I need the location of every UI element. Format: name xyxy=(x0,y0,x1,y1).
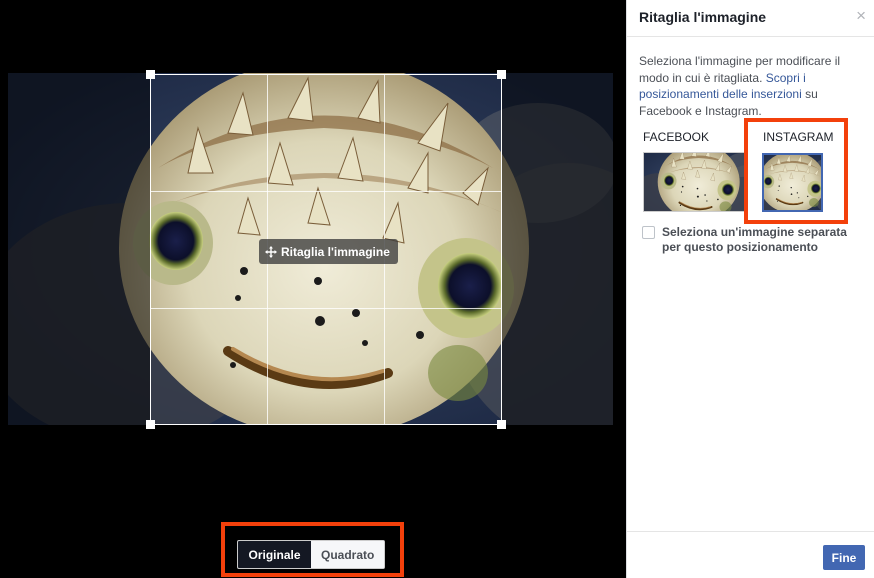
crop-frame[interactable]: Ritaglia l'immagine xyxy=(146,70,506,429)
crop-move-tag[interactable]: Ritaglia l'immagine xyxy=(259,239,398,264)
panel-description: Seleziona l'immagine per modificare il m… xyxy=(639,53,861,119)
crop-move-label: Ritaglia l'immagine xyxy=(281,244,390,259)
crop-grid-line xyxy=(151,191,501,192)
crop-handle-bottom-left[interactable] xyxy=(146,420,155,429)
crop-editor: Ritaglia l'immagine Originale Quadrato xyxy=(0,0,626,578)
separate-image-checkbox[interactable] xyxy=(642,226,655,239)
facebook-thumbnail-image xyxy=(644,153,746,211)
placement-label-facebook: FACEBOOK xyxy=(643,130,710,144)
done-button[interactable]: Fine xyxy=(823,545,865,570)
crop-mask-left xyxy=(8,73,150,425)
ratio-square-button[interactable]: Quadrato xyxy=(311,541,384,568)
description-text: Seleziona l'immagine per modificare il m… xyxy=(639,54,841,85)
panel-footer: Fine xyxy=(627,531,874,578)
crop-side-panel: Ritaglia l'immagine × Seleziona l'immagi… xyxy=(626,0,874,578)
separate-image-label[interactable]: Seleziona un'immagine separata per quest… xyxy=(662,225,862,255)
aspect-ratio-toggle: Originale Quadrato xyxy=(237,540,385,569)
close-icon[interactable]: × xyxy=(856,7,866,24)
instagram-thumbnail[interactable] xyxy=(762,153,823,212)
crop-handle-top-right[interactable] xyxy=(497,70,506,79)
crop-handle-top-left[interactable] xyxy=(146,70,155,79)
crop-mask-right xyxy=(501,73,613,425)
crop-grid-line xyxy=(151,308,501,309)
facebook-thumbnail[interactable] xyxy=(643,152,747,212)
ratio-original-button[interactable]: Originale xyxy=(238,541,311,568)
panel-header: Ritaglia l'immagine × xyxy=(627,0,874,37)
instagram-thumbnail-image xyxy=(764,155,821,210)
panel-title: Ritaglia l'immagine xyxy=(639,9,767,25)
move-arrows-icon xyxy=(265,245,277,258)
crop-handle-bottom-right[interactable] xyxy=(497,420,506,429)
